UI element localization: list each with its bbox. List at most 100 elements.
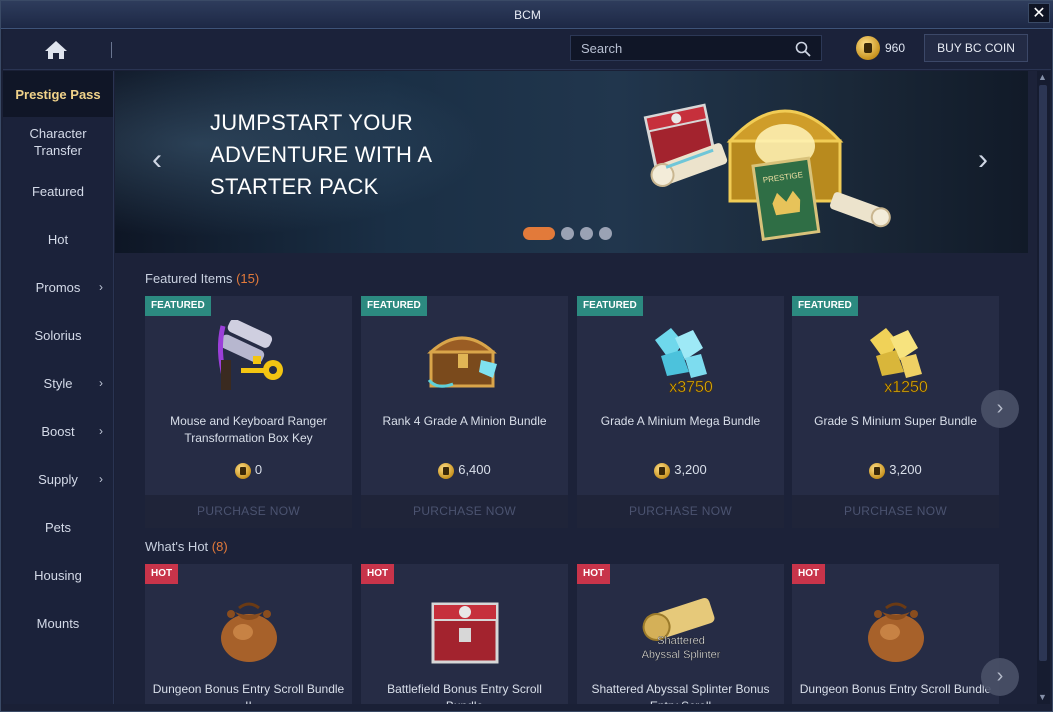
item-name: Grade A Minium Mega Bundle: [600, 414, 761, 428]
bc-coin-icon: [438, 462, 455, 479]
search-box[interactable]: [570, 35, 822, 61]
bc-coin-icon: [869, 462, 886, 479]
sidebar-item-label: Promos: [35, 279, 81, 295]
hot-item-card[interactable]: HOT Shattered Abyssal Splinter Shattered…: [577, 564, 784, 704]
sidebar-item-boost[interactable]: Boost ›: [3, 407, 113, 455]
sidebar-item-label: Mounts: [36, 615, 80, 631]
home-button[interactable]: [43, 38, 69, 62]
coin-balance: 960: [856, 36, 905, 60]
purchase-now-button[interactable]: PURCHASE NOW: [792, 495, 999, 528]
sidebar-item-label: Character Transfer: [29, 126, 87, 158]
hot-badge: HOT: [577, 564, 611, 584]
pagination-dot[interactable]: [580, 227, 593, 241]
blue-crystal-icon: x3750: [641, 320, 721, 400]
purchase-now-button[interactable]: PURCHASE NOW: [145, 495, 352, 528]
sidebar-item-solorius[interactable]: Solorius: [3, 311, 113, 359]
item-name: Grade S Minium Super Bundle: [814, 414, 977, 428]
hot-badge: HOT: [361, 564, 395, 584]
gold-crystal-icon: x1250: [856, 320, 936, 400]
item-price-value: 6,400: [458, 462, 491, 477]
item-price: 0: [145, 462, 352, 479]
banner-prev-arrow-icon[interactable]: ‹: [147, 145, 167, 177]
sidebar-item-featured[interactable]: Featured: [3, 167, 113, 215]
search-icon[interactable]: [795, 41, 811, 57]
topbar-divider: [111, 42, 112, 58]
bc-coin-icon: [856, 36, 880, 60]
sidebar-item-hot[interactable]: Hot: [3, 215, 113, 263]
purchase-now-button[interactable]: PURCHASE NOW: [577, 495, 784, 528]
sidebar-item-mounts[interactable]: Mounts: [3, 599, 113, 647]
bc-coin-icon: [654, 462, 671, 479]
scroll-down-arrow-icon[interactable]: ▼: [1038, 692, 1047, 702]
featured-badge: FEATURED: [792, 296, 858, 316]
featured-badge: FEATURED: [577, 296, 643, 316]
sidebar-item-label: Solorius: [34, 327, 82, 343]
banner-title-line: STARTER PACK: [210, 174, 379, 199]
treasure-chest-icon: [425, 320, 505, 400]
sidebar-item-character-transfer[interactable]: Character Transfer: [3, 117, 113, 167]
purchase-now-button[interactable]: PURCHASE NOW: [361, 495, 568, 528]
title-bar: BCM ✕: [1, 1, 1053, 29]
home-icon: [45, 41, 67, 59]
sidebar-item-housing[interactable]: Housing: [3, 551, 113, 599]
scroll-key-icon: [209, 319, 289, 400]
chevron-right-icon: ›: [99, 424, 103, 438]
red-box-icon: [425, 588, 505, 668]
hot-next-arrow-icon[interactable]: ›: [981, 658, 1019, 696]
item-name: Mouse and Keyboard Ranger Transformation…: [170, 414, 327, 445]
featured-badge: FEATURED: [361, 296, 427, 316]
sidebar-item-label: Hot: [47, 231, 69, 247]
banner-next-arrow-icon[interactable]: ›: [973, 145, 993, 177]
item-price-value: 0: [254, 462, 263, 477]
featured-title-text: Featured Items: [145, 271, 233, 286]
sidebar-item-pets[interactable]: Pets: [3, 503, 113, 551]
featured-item-card[interactable]: FEATURED Mouse and Keyboard Ranger Trans…: [145, 296, 352, 528]
featured-next-arrow-icon[interactable]: ›: [981, 390, 1019, 428]
sidebar-item-prestige-pass[interactable]: Prestige Pass: [3, 71, 113, 117]
window-title: BCM: [514, 8, 541, 22]
quantity-overlay: x1250: [884, 379, 928, 396]
sidebar-item-label: Style: [43, 375, 73, 391]
sidebar-item-label: Prestige Pass: [15, 86, 101, 102]
featured-section-title: Featured Items (15): [145, 271, 259, 286]
search-input[interactable]: [581, 39, 781, 57]
scrollbar-thumb[interactable]: [1039, 85, 1047, 661]
featured-item-card[interactable]: FEATURED Rank 4 Grade A Minion Bundle 6,…: [361, 296, 568, 528]
scroll-overlay-line: Abyssal Splinter: [642, 649, 721, 661]
pouch-icon: [209, 588, 289, 668]
hot-item-card[interactable]: HOT Dungeon Bonus Entry Scroll Bundle II: [145, 564, 352, 704]
pagination-dot[interactable]: [599, 227, 612, 241]
top-bar: 960 BUY BC COIN: [3, 30, 1051, 70]
bc-coin-icon: [234, 462, 251, 479]
sidebar-item-label: Pets: [44, 519, 71, 535]
pagination-dot-active[interactable]: [523, 227, 555, 241]
item-price: 3,200: [577, 462, 784, 479]
sidebar-item-style[interactable]: Style ›: [3, 359, 113, 407]
hot-section-title: What's Hot (8): [145, 539, 228, 554]
sidebar-item-promos[interactable]: Promos ›: [3, 263, 113, 311]
starter-pack-art: PRESTIGE: [643, 103, 891, 241]
featured-item-card[interactable]: FEATURED x3750 Grade A Minium Mega Bundl…: [577, 296, 784, 528]
main-content: JUMPSTART YOUR ADVENTURE WITH A STARTER …: [115, 71, 1037, 704]
sidebar-item-label: Housing: [34, 567, 82, 583]
chevron-right-icon: ›: [99, 472, 103, 486]
banner-pagination: [523, 225, 618, 241]
item-name: Dungeon Bonus Entry Scroll Bundle II: [152, 682, 345, 704]
chevron-right-icon: ›: [99, 280, 103, 294]
promo-banner[interactable]: JUMPSTART YOUR ADVENTURE WITH A STARTER …: [115, 71, 1028, 253]
featured-item-card[interactable]: FEATURED x1250 Grade S Minium Super Bund…: [792, 296, 999, 528]
scroll-up-arrow-icon[interactable]: ▲: [1038, 72, 1047, 82]
buy-bc-coin-button[interactable]: BUY BC COIN: [924, 34, 1028, 62]
sidebar-item-label: Supply: [38, 471, 78, 487]
close-button[interactable]: ✕: [1028, 3, 1050, 23]
quantity-overlay: x3750: [669, 379, 713, 396]
sidebar-item-supply[interactable]: Supply ›: [3, 455, 113, 503]
hot-badge: HOT: [145, 564, 179, 584]
hot-item-card[interactable]: HOT Battlefield Bonus Entry Scroll Bundl…: [361, 564, 568, 704]
item-price: 3,200: [792, 462, 999, 479]
hot-item-card[interactable]: HOT Dungeon Bonus Entry Scroll Bundle: [792, 564, 999, 704]
pagination-dot[interactable]: [561, 227, 574, 241]
scrollbar[interactable]: ▲ ▼: [1036, 71, 1050, 704]
coin-balance-value: 960: [885, 41, 906, 55]
pouch-icon: [856, 588, 936, 668]
